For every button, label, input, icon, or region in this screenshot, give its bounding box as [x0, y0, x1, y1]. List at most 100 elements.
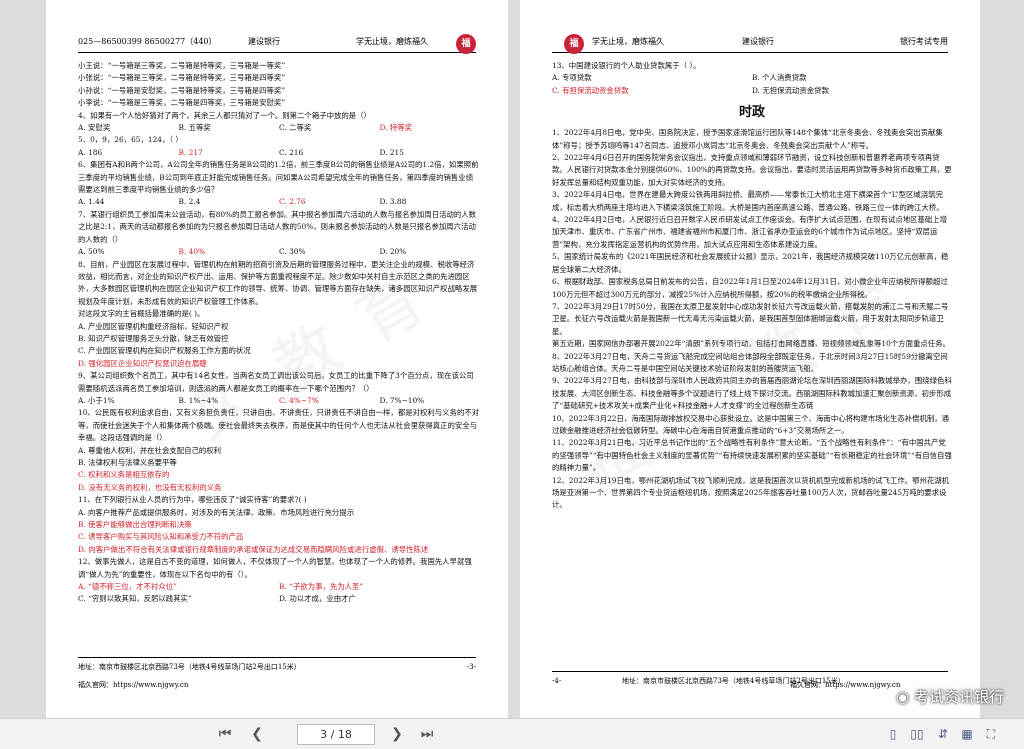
first-page-icon[interactable]: ⏮	[216, 725, 234, 743]
option: B. 2.4	[178, 197, 201, 207]
option: B. 个人消费贷款	[752, 73, 807, 83]
option: D. 215	[379, 147, 404, 157]
options: A. 1.44 B. 2.4 C. 2.76 D. 3.88	[78, 196, 480, 208]
news-item: 6、根据财政部、国家税务总局日前发布的公告，自2022年1月1日至2024年12…	[552, 277, 948, 299]
question-12: 12、做事先做人，这是自古不变的道理，如何做人，不仅体现了一个人的智慧，也体现了…	[78, 557, 472, 579]
option: A. 1.44	[78, 197, 105, 207]
question-7: 7、某银行组织员工参加周末公益活动，有80%的员工报名参加。其中报名参加周六活动…	[78, 209, 477, 244]
prev-page-icon[interactable]: ❮	[248, 725, 266, 743]
page-footer: 地址：南京市鼓楼区北京西路73号（地铁4号线草场门站2号出口15米） -3-	[78, 657, 476, 674]
option: A. 小于1%	[78, 395, 115, 405]
text-line: 小王说：“一号箱是三等奖，二号箱是特等奖，三号箱是一等奖”	[78, 61, 286, 70]
option: C. 30%	[279, 247, 306, 257]
option: C. 二等奖	[279, 123, 312, 133]
option-answer: C. 有担保流动资金贷款	[552, 85, 629, 95]
option-answer: C. 4%~7%	[279, 395, 319, 405]
fullscreen-icon[interactable]: ⛶	[982, 725, 1000, 743]
options: A. 安慰奖 B. 五等奖 C. 二等奖 D. 特等奖	[78, 122, 480, 134]
option: A. 向客户推荐产品或提供服务时，对涉及的有关法律、政策、市场风险进行充分提示	[78, 507, 355, 517]
option: A. 安慰奖	[78, 123, 111, 133]
text-line: 小李说：“一号箱是三等奖，二号箱是四等奖，三号箱是安慰奖”	[78, 98, 286, 108]
option-answer: D. 特等奖	[379, 123, 413, 133]
question-4: 4、如果有一个人恰好猜对了两个，其余三人都只猜对了一个。则第二个箱子中放的是（）	[78, 110, 371, 120]
seal-logo-icon: 福	[456, 34, 476, 54]
news-item: 5、国家统计局发布的《2021年国民经济和社会发展统计公报》显示，2021年，我…	[552, 252, 949, 274]
question-10: 10、公民既有权利追求自由，又有义务担负责任，只讲自由、不讲责任，只讲责任不讲自…	[78, 408, 480, 443]
page-indicator[interactable]: 3 / 18	[297, 724, 375, 745]
wechat-watermark: ◉ 考试资讯银行	[896, 688, 1004, 706]
page-footer: -4- 地址：南京市鼓楼区北京西路73号（地铁4号线草场门站2号出口15米）	[552, 671, 948, 685]
viewer-toolbar: ⏮ ❮ 3 / 18 ❯ ⏭ ▯ ▯▯ ⇵ ▦ ⛶	[0, 718, 1024, 749]
option-answer: B. “子欲为事，先为人圣”	[279, 582, 364, 592]
option-answer: B. 40%	[178, 247, 206, 257]
option: C. “穷则以致其知，反躬以践其实”	[78, 594, 192, 604]
footer-site: 福久官网：https://www.njgwy.cn	[78, 681, 189, 689]
question-6: 6、集团有A和B两个公司，A公司全年的销售任务是B公司的1.2倍，前三季度B公司…	[78, 160, 479, 195]
next-page-icon[interactable]: ❯	[388, 725, 406, 743]
option: A. 186	[78, 147, 103, 157]
header-phone: 025—86500399 86500277（440）	[78, 37, 217, 46]
page-content: 13、中国建设银行的个人助业贷款属于（ ）。 A. 专项贷款 B. 个人消费贷款…	[552, 60, 952, 512]
seal-logo-icon: 福	[564, 34, 584, 54]
news-item: 第五近期，国家网信办部署开展2022年“清朗”系列专项行动，包括打击网络直播、短…	[552, 339, 950, 349]
text-line: 小张说：“一号箱是三等奖，二号箱是特等奖，三号箱是四等奖”	[78, 73, 286, 83]
option: D. 无担保流动资金贷款	[752, 85, 829, 95]
option: A. 专项贷款	[552, 73, 592, 83]
option: B. 法律权利与法律义务要平等	[78, 458, 177, 467]
footer-address: 地址：南京市鼓楼区北京西路73号（地铁4号线草场门站2号出口15米）	[78, 663, 301, 671]
text-line: 小孙说：“一号箱是安慰奖，二号箱是特等奖，三号箱是四等奖”	[78, 85, 286, 95]
options: A. 50% B. 40% C. 30% D. 20%	[78, 246, 480, 258]
single-page-view-icon[interactable]: ▯	[884, 725, 902, 743]
document-page-right: 学无止境，磨炼福久 建设银行 银行考试专用 福 福 久 教 育 13、中国建设银…	[520, 0, 980, 718]
news-item: 1、2022年4月8日电，党中央、国务院决定，授予国家速滑馆运行团队等148个集…	[552, 128, 943, 150]
question-9: 9、某公司组织数个名员工，其中有14名女性，当两名女员工调出该公司后，女员工的比…	[78, 371, 474, 393]
document-page-left: 025—86500399 86500277（440） 建设银行 学无止境，磨炼福…	[46, 0, 508, 718]
option-answer: D. 强化园区企业知识产权意识迫在眉睫	[78, 358, 207, 368]
header-slogan: 学无止境，磨炼福久	[592, 37, 664, 46]
page-number: -3-	[466, 663, 476, 671]
options: A. 186 B. 217 C. 216 D. 215	[78, 147, 480, 159]
option: A. 50%	[78, 247, 105, 257]
page-content: 小王说：“一号箱是三等奖，二号箱是特等奖，三号箱是一等奖” 小张说：“一号箱是三…	[78, 60, 480, 606]
option-answer: B. 217	[178, 147, 203, 157]
thumbnail-view-icon[interactable]: ▦	[958, 725, 976, 743]
double-page-view-icon[interactable]: ▯▯	[908, 725, 926, 743]
question-5: 5、0，9，26，65，124，（ ）	[78, 135, 183, 145]
option: B. 1%~4%	[178, 395, 219, 405]
option-answer: C. 2.76	[279, 197, 306, 207]
option: B. 五等奖	[178, 123, 211, 133]
question-11: 11、在下列银行从业人员的行为中，哪些违反了“诚实待客”的要求?( )	[78, 495, 307, 505]
options: A. “德不称三位，才不衬众位” B. “子欲为事，先为人圣” C. “穷则以致…	[78, 581, 480, 606]
option-answer: B. 使客户能够做出合理判断和决策	[78, 520, 192, 530]
option: D. 20%	[379, 247, 407, 257]
option: D. 3.88	[379, 197, 407, 207]
news-item: 2、2022年4月6日召开的国务院常务会议指出，支持重点领域和薄弱环节融资，设立…	[552, 153, 952, 187]
news-item: 8、2022年3月27日电，天舟二号货运飞船完成空间站组合体部段全部既定任务，于…	[552, 351, 948, 373]
option: A. 尊重他人权利，并在社会支配自己的权利	[78, 445, 222, 455]
option: C. 产业园区管理机构在知识产权服务工作方面的状况	[78, 346, 251, 356]
question-8: 8、目前，产业园区在发展过程中，管理机构在前期的招商引资及后期的管理服务过程中，…	[78, 259, 478, 306]
options: A. 小于1% B. 1%~4% C. 4%~7% D. 7%~10%	[78, 395, 480, 407]
page-header: 学无止境，磨炼福久 建设银行 银行考试专用	[552, 32, 948, 53]
page-header: 025—86500399 86500277（440） 建设银行 学无止境，磨炼福…	[78, 32, 476, 53]
option: B. 知识产权管理服务乏头分散，缺乏有效管控	[78, 333, 229, 343]
option-answer: D. 向客户做出不符合有关法律或银行规章制度的承诺或保证为达成交易而隐瞒风险或进…	[78, 544, 429, 554]
header-tag: 银行考试专用	[900, 37, 948, 46]
page-number: -4-	[552, 677, 562, 685]
news-item: 3、2022年4月4日电，世界在建最大跨度公铁两用斜拉桥、最高桥——常泰长江大桥…	[552, 190, 944, 212]
news-item: 10、2022年3月22日，海南国际碳排放权交易中心获批设立。这是中国第三个、海…	[552, 413, 950, 435]
news-item: 4、2022年4月2日电，人民银行近日召开数字人民币研发试点工作座谈会。有序扩大…	[552, 215, 948, 249]
news-item: 11、2022年3月21日电，习近平总书记作出的“五个战略性有利条件”意大论断。…	[552, 438, 952, 473]
scroll-view-icon[interactable]: ⇵	[934, 725, 952, 743]
option-answer: D. 没有无义务的权利，也没有无权利的义务	[78, 482, 222, 492]
options: A. 专项贷款 B. 个人消费贷款 C. 有担保流动资金贷款 D. 无担保流动资…	[552, 72, 952, 97]
option: D. 7%~10%	[379, 395, 425, 405]
wechat-label: 考试资讯银行	[913, 688, 1004, 706]
last-page-icon[interactable]: ⏭	[418, 725, 436, 743]
option-answer: C. 权利和义务是相互依存的	[78, 470, 170, 480]
option: C. 216	[279, 147, 304, 157]
option-answer: A. “德不称三位，才不衬众位”	[78, 582, 177, 592]
header-title: 建设银行	[248, 37, 280, 46]
news-item: 9、2022年3月27日电，由科技部与深圳市人民政府共同主办的首届西丽湖论坛在深…	[552, 376, 952, 411]
news-item: 12、2022年3月19日电，鄂州花湖机场试飞校飞顺利完成，这是我国首次以货机机…	[552, 475, 950, 510]
